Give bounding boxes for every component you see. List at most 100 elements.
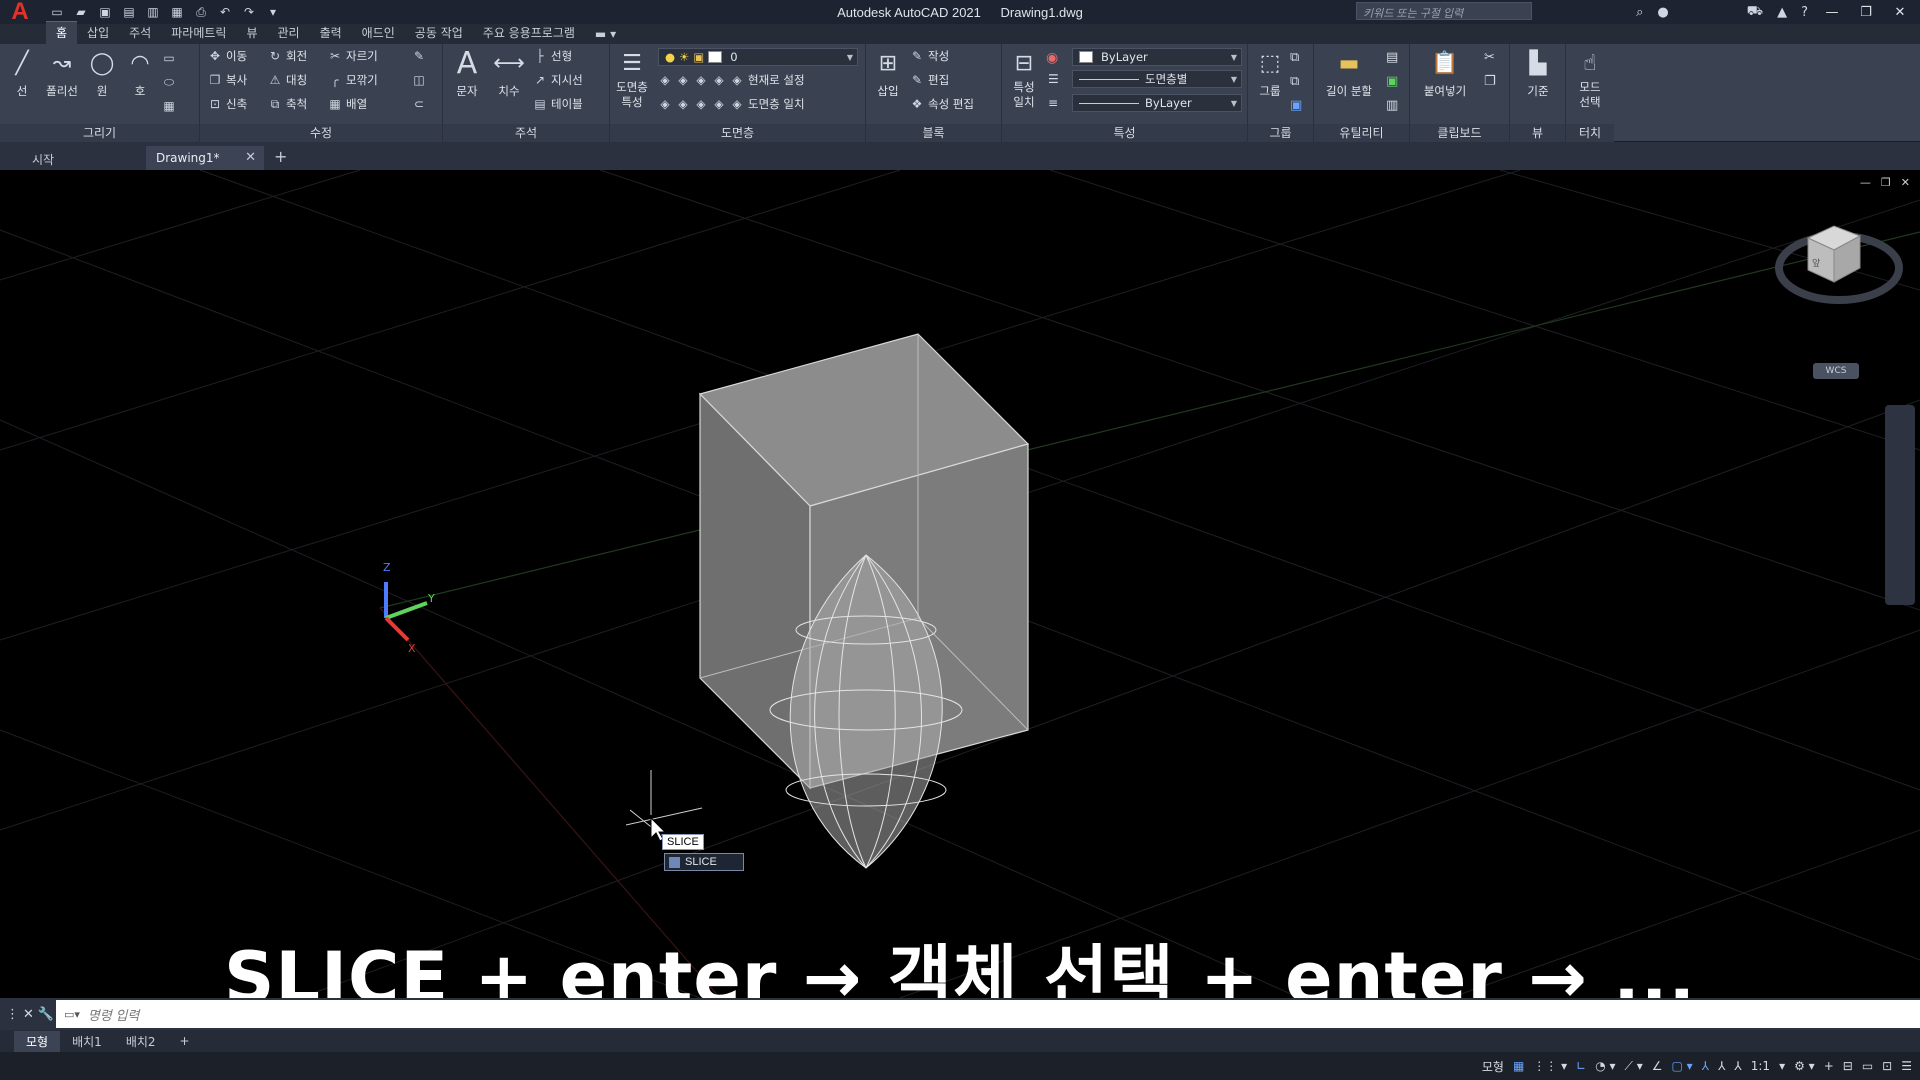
color-dropdown[interactable]: ByLayer ▼ bbox=[1072, 48, 1242, 66]
annotation-scale-icon[interactable]: ⅄ bbox=[1734, 1059, 1741, 1073]
autocomplete-suggestion[interactable]: SLICE bbox=[664, 853, 744, 871]
leader-button[interactable]: ↗ 지시선 bbox=[533, 70, 583, 90]
workspace-gear-icon[interactable]: ⚙ ▾ bbox=[1794, 1059, 1815, 1073]
group-select-icon[interactable]: ▣ bbox=[1290, 98, 1302, 113]
undo-icon[interactable]: ↶ bbox=[216, 3, 234, 21]
command-line-grip-icon[interactable]: ⋮ bbox=[6, 1007, 19, 1022]
touch-panel-title[interactable]: 터치 bbox=[1566, 124, 1614, 142]
annotation-monitor-icon[interactable]: + bbox=[1824, 1059, 1834, 1073]
layer-freeze-icon[interactable]: ◈ bbox=[694, 73, 708, 87]
properties-panel-title[interactable]: 특성 bbox=[1002, 124, 1247, 142]
tab-layout1[interactable]: 배치1 bbox=[60, 1031, 114, 1052]
new-file-icon[interactable]: ▭ bbox=[48, 3, 66, 21]
open-file-icon[interactable]: ▰ bbox=[72, 3, 90, 21]
trim-button[interactable]: ✂ 자르기 bbox=[328, 46, 378, 66]
tab-model[interactable]: 모형 bbox=[14, 1030, 61, 1052]
cart-icon[interactable]: ⛟ bbox=[1747, 4, 1763, 21]
autodesk-app-icon[interactable]: ▲ bbox=[1777, 5, 1787, 20]
copy-button[interactable]: ❐ 복사 bbox=[208, 70, 248, 90]
viewport-minimize-icon[interactable]: — bbox=[1860, 176, 1871, 189]
customization-menu-icon[interactable]: ☰ bbox=[1901, 1059, 1912, 1073]
viewport-close-icon[interactable]: ✕ bbox=[1901, 176, 1910, 189]
quick-select-icon[interactable]: ▣ bbox=[1386, 74, 1398, 89]
circle-button[interactable]: ◯ 원 bbox=[82, 48, 122, 99]
tab-annotate[interactable]: 주석 bbox=[119, 22, 161, 44]
stretch-button[interactable]: ⊡ 신축 bbox=[208, 94, 247, 114]
dimension-button[interactable]: ⟷ 치수 bbox=[489, 48, 529, 99]
layer-dropdown[interactable]: ● ☀ ▣ 0 ▼ bbox=[658, 48, 858, 66]
arc-button[interactable]: ◠ 호 bbox=[120, 48, 160, 99]
hatch-button[interactable]: ▦ bbox=[162, 96, 176, 116]
table-button[interactable]: ▤ 테이블 bbox=[533, 94, 582, 114]
array-button[interactable]: ▦ 배열 bbox=[328, 94, 367, 114]
rectangle-button[interactable]: ▭ bbox=[162, 48, 176, 68]
tab-view[interactable]: 뷰 bbox=[236, 22, 267, 44]
plot-icon[interactable]: ⎙ bbox=[192, 3, 210, 21]
navigation-bar[interactable] bbox=[1885, 405, 1915, 605]
scale-button[interactable]: ⧉ 축척 bbox=[268, 94, 307, 114]
autocad-logo-icon[interactable]: A bbox=[0, 0, 40, 25]
layer-unisolate-icon[interactable]: ◈ bbox=[658, 97, 672, 111]
mirror-button[interactable]: ⚠ 대칭 bbox=[268, 70, 308, 90]
model-space-toggle[interactable]: 모형 bbox=[1482, 1058, 1504, 1075]
layer-off-icon[interactable]: ◈ bbox=[676, 73, 690, 87]
layer-properties-button[interactable]: ☰ 도면층 특성 bbox=[612, 48, 652, 110]
offset-button[interactable]: ⊂ bbox=[412, 94, 426, 114]
save-as-icon[interactable]: ▤ bbox=[120, 3, 138, 21]
rotate-button[interactable]: ↻ 회전 bbox=[268, 46, 307, 66]
match-properties-button[interactable]: ⊟ 특성 일치 bbox=[1004, 48, 1044, 110]
select-mode-button[interactable]: ☝ 모드 선택 bbox=[1570, 48, 1610, 110]
polyline-button[interactable]: ↝ 폴리선 bbox=[42, 48, 82, 99]
cut-icon[interactable]: ✂ bbox=[1484, 50, 1495, 65]
group-button[interactable]: ⬚ 그룹 bbox=[1250, 48, 1290, 99]
ribbon-options-icon[interactable]: ▬ ▾ bbox=[585, 25, 626, 44]
color-wheel-icon[interactable]: ◉ bbox=[1046, 50, 1058, 66]
layer-lock-icon[interactable]: ◈ bbox=[712, 73, 726, 87]
tab-drawing1[interactable]: Drawing1* ✕ bbox=[146, 146, 264, 170]
save-icon[interactable]: ▣ bbox=[96, 3, 114, 21]
view-panel-title[interactable]: 뷰 bbox=[1510, 124, 1565, 142]
base-view-button[interactable]: ▙ 기준 bbox=[1518, 48, 1558, 99]
tab-home[interactable]: 홈 bbox=[46, 21, 78, 44]
snap-icon[interactable]: ⋮⋮ ▾ bbox=[1533, 1059, 1567, 1073]
calculator-icon[interactable]: ▤ bbox=[1386, 50, 1398, 65]
groups-panel-title[interactable]: 그룹 bbox=[1248, 124, 1313, 142]
draw-panel-title[interactable]: 그리기 bbox=[0, 124, 199, 142]
tab-collaborate[interactable]: 공동 작업 bbox=[405, 22, 473, 44]
lineweight-dropdown[interactable]: ByLayer ▼ bbox=[1072, 94, 1242, 112]
tab-insert[interactable]: 삽입 bbox=[77, 22, 119, 44]
redo-icon[interactable]: ↷ bbox=[240, 3, 258, 21]
search-input[interactable]: 키워드 또는 구절 입력 bbox=[1356, 2, 1532, 20]
paste-button[interactable]: 📋 붙여넣기 bbox=[1420, 48, 1470, 99]
recent-commands-icon[interactable]: ▭▾ bbox=[64, 1008, 80, 1021]
clean-screen-icon[interactable]: ⊡ bbox=[1882, 1059, 1892, 1073]
ungroup-icon[interactable]: ⧉ bbox=[1290, 50, 1299, 65]
match-layer-button[interactable]: 도면층 일치 bbox=[748, 96, 805, 112]
tab-output[interactable]: 출력 bbox=[310, 22, 352, 44]
user-icon[interactable]: ● bbox=[1657, 5, 1668, 20]
utilities-panel-title[interactable]: 유틸리티 bbox=[1314, 124, 1409, 142]
erase-button[interactable]: ✎ bbox=[412, 46, 426, 66]
fillet-button[interactable]: ╭ 모깎기 bbox=[328, 70, 377, 90]
annotation-scale-value[interactable]: 1:1 bbox=[1751, 1059, 1770, 1073]
set-current-button[interactable]: 현재로 설정 bbox=[748, 72, 805, 88]
line-button[interactable]: ╱ 선 bbox=[2, 48, 42, 99]
save-web-icon[interactable]: ▦ bbox=[168, 3, 186, 21]
layer-isolate-icon[interactable]: ◈ bbox=[658, 73, 672, 87]
tab-start[interactable]: 시작 bbox=[22, 146, 146, 170]
tab-parametric[interactable]: 파라메트릭 bbox=[161, 22, 236, 44]
move-button[interactable]: ✥ 이동 bbox=[208, 46, 247, 66]
create-block-button[interactable]: ✎ 작성 bbox=[910, 46, 949, 66]
dynamic-input-field[interactable]: SLICE bbox=[662, 834, 704, 850]
text-button[interactable]: A 문자 bbox=[447, 46, 487, 99]
edit-block-button[interactable]: ✎ 편집 bbox=[910, 70, 949, 90]
restore-icon[interactable]: ❐ bbox=[1856, 5, 1876, 20]
attribute-edit-button[interactable]: ❖ 속성 편집 bbox=[910, 94, 974, 114]
tab-addins[interactable]: 애드인 bbox=[352, 22, 405, 44]
cancel-command-icon[interactable]: ✕ bbox=[23, 1007, 34, 1022]
help-icon[interactable]: ? bbox=[1801, 5, 1808, 20]
viewport-restore-icon[interactable]: ❐ bbox=[1881, 176, 1891, 189]
block-panel-title[interactable]: 블록 bbox=[866, 124, 1001, 142]
command-input[interactable]: ▭▾ 명령 입력 bbox=[56, 1000, 1920, 1028]
auto-scale-icon[interactable]: ⅄ bbox=[1718, 1059, 1725, 1073]
